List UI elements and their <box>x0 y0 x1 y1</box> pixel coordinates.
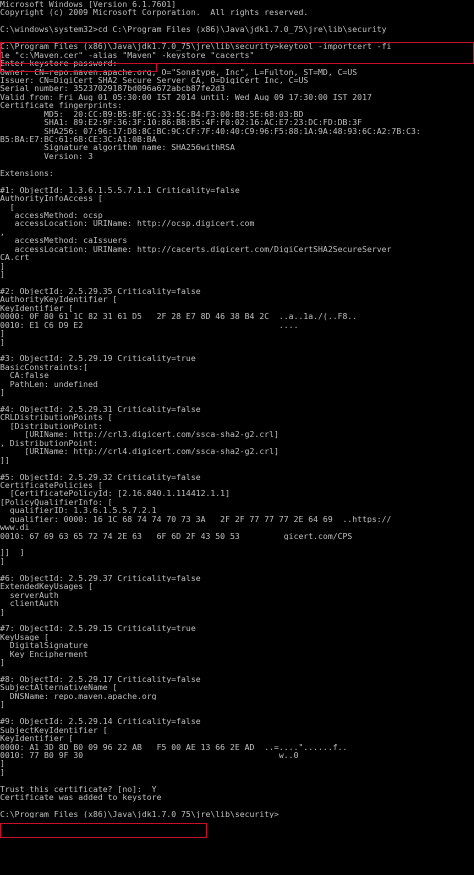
console-line: Microsoft Windows [Version 6.1.7601] <box>0 0 177 9</box>
console-line: Certificate was added to keystore <box>0 793 162 802</box>
console-line: BasicConstraints:[ <box>0 362 89 372</box>
console-line: Enter keystore password: <box>0 59 118 68</box>
console-line: ] <box>0 607 5 616</box>
console-line: [CertificatePolicyId: [2.16.840.1.114412… <box>0 489 230 498</box>
console-line: www.di <box>0 523 30 532</box>
console-line: KeyIdentifier [ <box>0 303 74 313</box>
console-line: Serial number: 35237029187bd096a672abcb8… <box>0 84 226 93</box>
console-line: Owner: CN=repo.maven.apache.org, O="Sona… <box>0 67 358 76</box>
console-line: qualifierID: 1.3.6.1.5.5.7.2.1 <box>0 506 157 515</box>
console-line: , DistributionPoint: <box>0 438 98 448</box>
console-line: AuthorityInfoAccess [ <box>0 194 103 203</box>
console-line: accessLocation: URIName: http://cacerts.… <box>0 244 392 254</box>
console-line: C:\Program Files (x86)\Java\jdk1.7.0_75\… <box>0 42 392 51</box>
console-line: serverAuth <box>0 590 59 600</box>
console-line: ] <box>0 270 5 279</box>
console-line: accessLocation: URIName: http://ocsp.dig… <box>0 219 255 228</box>
console-line: 0010: E1 C6 D9 E2 .... <box>0 320 299 330</box>
console-line: MD5: 20:CC:B9:B5:8F:6C:33:5C:B4:F3:00:B8… <box>0 109 304 119</box>
console-line: ] <box>0 767 5 777</box>
console-line: AuthorityKeyIdentifier [ <box>0 295 118 304</box>
console-line: Trust this certificate? [no]: Y <box>0 784 157 794</box>
console-line: #3: ObjectId: 2.5.29.19 Criticality=true <box>0 354 196 363</box>
console-line: SHA1: 89:E2:9F:36:3F:10:86:BB:B5:4F:F0:0… <box>0 118 363 127</box>
console-line: ] <box>0 556 5 566</box>
console-line: Signature algorithm name: SHA256withRSA <box>0 143 235 152</box>
console-line: 0000: 0F 80 61 1C 82 31 61 D5 2F 28 E7 8… <box>0 312 358 321</box>
console-line: C:\Program Files (x86)\Java\jdk1.7.0_75\… <box>0 810 279 819</box>
console-line: KeyUsage [ <box>0 632 49 642</box>
console-line: ] <box>0 329 5 338</box>
console-line: ]] <box>0 455 10 465</box>
console-line: CA.crt <box>0 253 30 262</box>
console-line: 0010: 77 B0 9F 30 w..0 <box>0 750 299 760</box>
console-line: Certificate fingerprints: <box>0 101 123 110</box>
console-line: ] <box>0 388 5 397</box>
console-line: #1: ObjectId: 1.3.6.1.5.5.7.1.1 Critical… <box>0 185 240 195</box>
console-line: SHA256: 07:96:17:D8:8C:BC:9C:CF:7F:40:40… <box>0 126 421 135</box>
console-line: ] <box>0 261 5 270</box>
console-line: [ <box>0 202 15 211</box>
console-line: accessMethod: ocsp <box>0 210 103 220</box>
console-line: Extensions: <box>0 168 54 178</box>
console-line: DNSName: repo.maven.apache.org <box>0 691 157 701</box>
console-line: Valid from: Fri Aug 01 05:30:00 IST 2014… <box>0 92 372 102</box>
console-line: #6: ObjectId: 2.5.29.37 Criticality=fals… <box>0 573 201 583</box>
console-line: #5: ObjectId: 2.5.29.32 Criticality=fals… <box>0 472 201 481</box>
console-line: Key_Encipherment <box>0 649 89 659</box>
console-line: ]] ] <box>0 548 25 557</box>
console-line: qualifier: 0000: 16 1C 68 74 74 70 73 3A… <box>0 514 392 524</box>
console-line: CA:false <box>0 371 49 380</box>
console-line: [URIName: http://crl4.digicert.com/ssca-… <box>0 447 279 456</box>
console-line: Issuer: CN=DigiCert SHA2 Secure Server C… <box>0 75 309 85</box>
console-line: #8: ObjectId: 2.5.29.17 Criticality=fals… <box>0 675 201 684</box>
console-line: DigitalSignature <box>0 641 89 650</box>
console-line: Version: 3 <box>0 151 93 161</box>
console-line: C:\windows\system32>cd C:\Program Files … <box>0 25 387 34</box>
console-line: 0010: 67 69 63 65 72 74 2E 63 6F 6D 2F 4… <box>0 531 353 540</box>
console-line: SubjectKeyIdentifier [ <box>0 725 108 735</box>
console-line: 0000: A1 3D 8D B0 09 96 22 AB F5 00 AE 1… <box>0 742 348 751</box>
console-line: CertificatePolicies [ <box>0 480 103 490</box>
console-line: PathLen: undefined <box>0 379 98 389</box>
console-line: ] <box>0 759 5 768</box>
command-prompt-output[interactable]: Microsoft Windows [Version 6.1.7601] Copy… <box>0 0 474 875</box>
console-line: KeyIdentifier [ <box>0 734 74 743</box>
console-line: ] <box>0 337 5 346</box>
console-line: #9: ObjectId: 2.5.29.14 Criticality=fals… <box>0 717 201 726</box>
console-line: CRLDistributionPoints [ <box>0 413 113 422</box>
console-line: Copyright (c) 2009 Microsoft Corporation… <box>0 8 309 17</box>
console-line: #4: ObjectId: 2.5.29.31 Criticality=fals… <box>0 405 201 414</box>
console-line: , <box>0 227 5 237</box>
console-line: ] <box>0 700 5 709</box>
console-line: #2: ObjectId: 2.5.29.35 Criticality=fals… <box>0 286 201 296</box>
console-line: #7: ObjectId: 2.5.29.15 Criticality=true <box>0 624 196 633</box>
console-line: accessMethod: caIssuers <box>0 236 128 245</box>
console-line: [PolicyQualifierInfo: [ <box>0 497 113 507</box>
console-line: le "c:\Maven.cer" -alias "Maven" -keysto… <box>0 50 255 60</box>
console-line: [DistributionPoint: <box>0 421 103 431</box>
console-line: [URIName: http://crl3.digicert.com/ssca-… <box>0 430 279 439</box>
console-line: B5:BA:E7:BC:61:68:CE:3C:A1:0B:BA <box>0 135 157 144</box>
console-line: ] <box>0 658 5 667</box>
console-line: ExtendedKeyUsages [ <box>0 582 93 591</box>
console-line: SubjectAlternativeName [ <box>0 683 118 692</box>
console-line: clientAuth <box>0 599 59 608</box>
